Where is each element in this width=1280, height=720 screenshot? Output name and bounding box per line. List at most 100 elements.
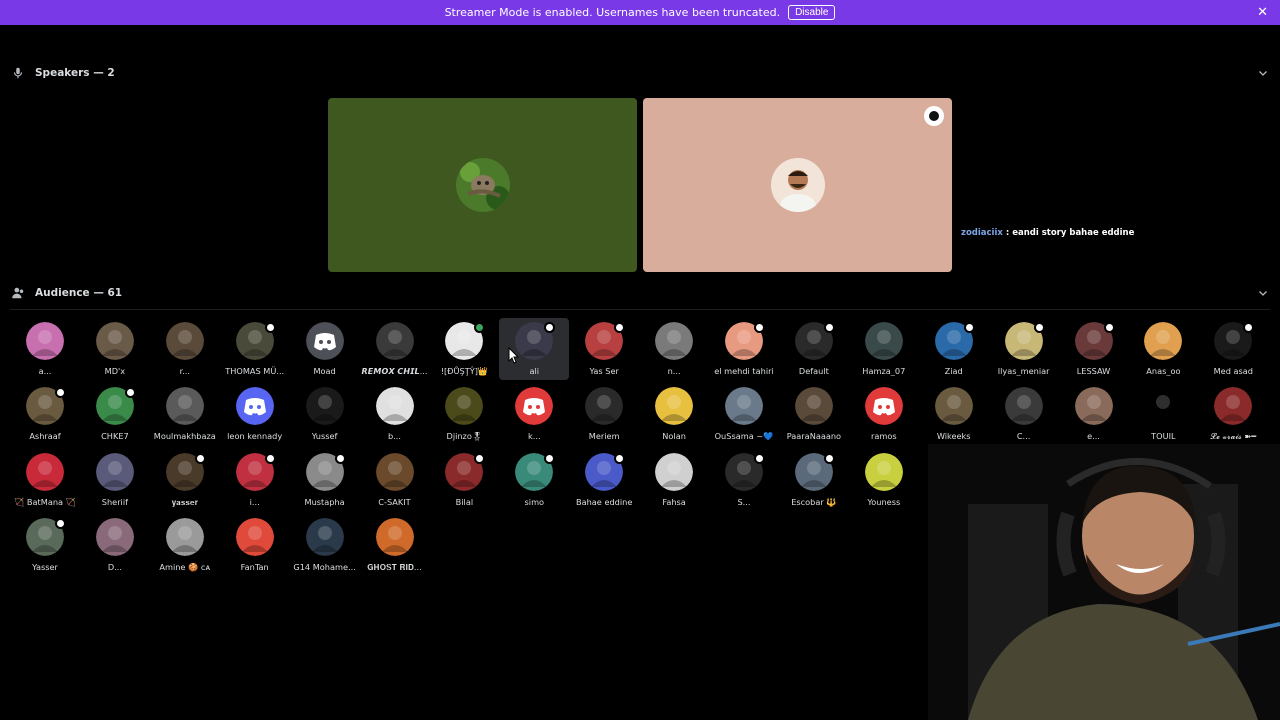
audience-member[interactable]: D... <box>80 514 150 576</box>
audience-member[interactable]: Default <box>779 318 849 380</box>
status-badge-icon <box>614 452 626 464</box>
user-avatar <box>95 518 134 557</box>
discord-default-avatar-icon <box>515 387 554 426</box>
audience-member[interactable]: Bilal <box>429 449 499 511</box>
status-badge-icon <box>544 322 556 333</box>
status-badge-icon <box>1243 322 1255 333</box>
audience-member[interactable]: Wikeeks <box>919 383 989 445</box>
user-avatar <box>95 452 134 491</box>
audience-member[interactable]: THOMAS MÜ... <box>220 318 290 380</box>
section-divider <box>10 309 1270 310</box>
audience-member[interactable]: ![ĐŮŞŢŶ]👑 <box>429 318 499 380</box>
audience-member[interactable]: MD'x <box>80 318 150 380</box>
audience-member[interactable]: 🏹 BatMana 🏹 <box>10 449 80 511</box>
audience-member[interactable]: el mehdi tahiri <box>709 318 779 380</box>
audience-member[interactable]: FanTan <box>220 514 290 576</box>
audience-member[interactable]: S... <box>709 449 779 511</box>
audience-member[interactable]: simo <box>499 449 569 511</box>
discord-default-avatar-icon <box>235 387 274 426</box>
user-avatar <box>305 387 344 426</box>
status-badge-icon <box>194 452 206 464</box>
audience-people-icon <box>12 287 24 299</box>
audience-member[interactable]: Med asad <box>1198 318 1268 380</box>
status-badge-icon <box>614 322 626 333</box>
audience-member[interactable]: r... <box>150 318 220 380</box>
status-badge-icon <box>264 322 276 333</box>
audience-member[interactable]: Mustapha <box>290 449 360 511</box>
audience-member[interactable]: C... <box>989 383 1059 445</box>
user-avatar <box>235 518 274 557</box>
user-avatar <box>445 387 484 426</box>
audience-section-header[interactable]: Audience — 61 <box>0 282 1280 304</box>
status-badge-icon <box>754 322 765 333</box>
speakers-section-header[interactable]: Speakers — 2 <box>0 62 1280 84</box>
user-avatar <box>165 387 204 426</box>
discord-default-avatar-icon <box>305 322 344 360</box>
streamer-mode-banner: Streamer Mode is enabled. Usernames have… <box>0 0 1280 25</box>
audience-member[interactable]: n... <box>639 318 709 380</box>
audience-member[interactable]: OuSsama ~💙 <box>709 383 779 445</box>
audience-member[interactable]: Ashraaf <box>10 383 80 445</box>
audience-member[interactable]: k... <box>499 383 569 445</box>
streamer-mode-message: Streamer Mode is enabled. Usernames have… <box>444 6 781 19</box>
chevron-down-icon[interactable] <box>1257 67 1269 79</box>
audience-member[interactable]: Escobar 🔱 <box>779 449 849 511</box>
audience-member[interactable]: Fahsa <box>639 449 709 511</box>
audience-member[interactable]: Amine 🍪 ᴄᴀ <box>150 514 220 576</box>
smiling-man-avatar <box>770 158 825 212</box>
audience-member[interactable]: Ziad <box>919 318 989 380</box>
audience-member[interactable]: Anas_oo <box>1128 318 1198 380</box>
audience-member[interactable]: Hamza_07 <box>849 318 919 380</box>
user-avatar <box>1004 387 1043 426</box>
audience-title: Audience — 61 <box>35 287 123 299</box>
audience-member[interactable]: Sheriif <box>80 449 150 511</box>
audience-member[interactable]: Youness <box>849 449 919 511</box>
audience-member[interactable]: Nolan <box>639 383 709 445</box>
user-avatar <box>165 322 204 360</box>
audience-member[interactable]: i... <box>220 449 290 511</box>
audience-member[interactable]: PaaraNaaano <box>779 383 849 445</box>
audience-member[interactable]: ramos <box>849 383 919 445</box>
audience-member[interactable]: Bahae eddine <box>569 449 639 511</box>
chat-text: : eandi story bahae eddine <box>1002 228 1135 238</box>
audience-member[interactable]: a... <box>10 318 80 380</box>
audience-member[interactable]: Yasser <box>10 514 80 576</box>
audience-member[interactable]: LESSAW <box>1059 318 1129 380</box>
speaker-tile[interactable] <box>328 98 637 272</box>
audience-member[interactable]: 𝐲𝐚𝐬𝐬𝐞𝐫 <box>150 449 220 511</box>
audience-member[interactable]: e... <box>1059 383 1129 445</box>
status-badge-icon <box>1033 322 1045 333</box>
audience-member[interactable]: C-SAKIT <box>360 449 430 511</box>
audience-member[interactable]: Meriem <box>569 383 639 445</box>
audience-member[interactable]: b... <box>360 383 430 445</box>
chat-username[interactable]: zodiaciix <box>961 228 1003 238</box>
disable-streamer-mode-button[interactable]: Disable <box>788 5 836 20</box>
audience-member[interactable]: leon kennady <box>220 383 290 445</box>
audience-member[interactable]: CHKE7 <box>80 383 150 445</box>
status-badge-icon <box>1103 322 1115 333</box>
speaker-tile[interactable] <box>643 98 952 272</box>
member-name: 𝐆𝐇𝐎𝐒𝐓 𝐑𝐈𝐃... <box>367 562 422 573</box>
audience-member[interactable]: TOUIL <box>1128 383 1198 445</box>
audience-member[interactable]: 𝐆𝐇𝐎𝐒𝐓 𝐑𝐈𝐃... <box>360 514 430 576</box>
audience-member[interactable]: Ilyas_meniar <box>989 318 1059 380</box>
audience-member[interactable]: Moulmakhbaza <box>150 383 220 445</box>
chevron-down-icon[interactable] <box>1257 287 1269 299</box>
status-badge-icon <box>544 452 556 464</box>
audience-member[interactable]: Moad <box>290 318 360 380</box>
audience-member[interactable]: Yussef <box>290 383 360 445</box>
audience-member[interactable]: 𝓛𝓮 𝓿𝓻𝓪𝓲𝓼 ➽━ <box>1198 383 1268 445</box>
user-avatar <box>1074 387 1113 426</box>
audience-member[interactable]: Yas Ser <box>569 318 639 380</box>
audience-member[interactable]: 𝙍𝙀𝙈𝙊𝙓 𝘾𝙃𝙄𝙇... <box>360 318 430 380</box>
close-icon[interactable]: ✕ <box>1257 5 1268 20</box>
audience-member[interactable]: G14 Mohame... <box>290 514 360 576</box>
user-avatar <box>375 322 414 360</box>
microphone-icon <box>13 67 23 79</box>
status-badge-icon <box>334 452 346 464</box>
user-avatar <box>655 452 694 491</box>
audience-member[interactable]: Djinzo🎖 <box>429 383 499 445</box>
member-name: Med asad <box>1213 366 1253 376</box>
streamer-webcam-overlay <box>928 444 1280 720</box>
user-avatar <box>864 452 903 491</box>
